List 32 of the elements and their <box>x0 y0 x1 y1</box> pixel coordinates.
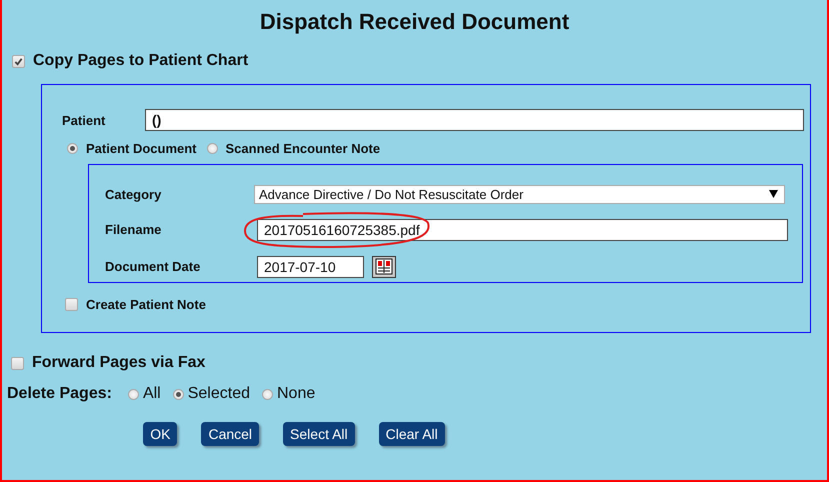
action-button[interactable]: Select All <box>283 422 355 446</box>
radio-label: All <box>142 385 161 403</box>
category-dropdown[interactable]: Advance Directive / Do Not Resuscitate Order <box>254 184 785 204</box>
checkbox[interactable] <box>65 298 78 311</box>
radio-button[interactable] <box>67 143 78 154</box>
checkbox-label: Create Patient Note <box>86 297 206 312</box>
radio-label: Scanned Encounter Note <box>226 141 380 156</box>
action-button[interactable]: OK <box>143 422 178 446</box>
radio-label: Patient Document <box>86 141 197 156</box>
radio-label: Selected <box>188 385 250 403</box>
checkbox-label: Forward Pages via Fax <box>32 354 206 372</box>
radio-button[interactable] <box>262 388 273 400</box>
date-field[interactable]: 2017-07-10 <box>257 256 364 278</box>
action-button[interactable]: Clear All <box>378 422 445 446</box>
checkbox[interactable] <box>12 54 25 68</box>
filename-field[interactable]: 20170516160725385.pdf <box>257 218 788 240</box>
checkbox-label: Copy Pages to Patient Chart <box>33 52 248 70</box>
action-button[interactable]: Cancel <box>201 422 260 446</box>
page-title: Dispatch Received Document <box>258 8 570 36</box>
field-label: Category <box>105 186 162 202</box>
radio-label: None <box>276 385 316 403</box>
field-label: Document Date <box>105 259 202 274</box>
patient-field[interactable]: () <box>145 109 804 131</box>
field-label: Patient <box>62 112 106 128</box>
radio-button[interactable] <box>128 388 139 400</box>
checkbox[interactable] <box>11 356 24 370</box>
calendar-icon[interactable] <box>372 256 396 278</box>
caret-icon <box>769 190 778 198</box>
field-label: Delete Pages: <box>7 385 112 403</box>
field-label: Filename <box>105 222 162 237</box>
radio-button[interactable] <box>206 143 218 154</box>
radio-button[interactable] <box>172 388 184 400</box>
